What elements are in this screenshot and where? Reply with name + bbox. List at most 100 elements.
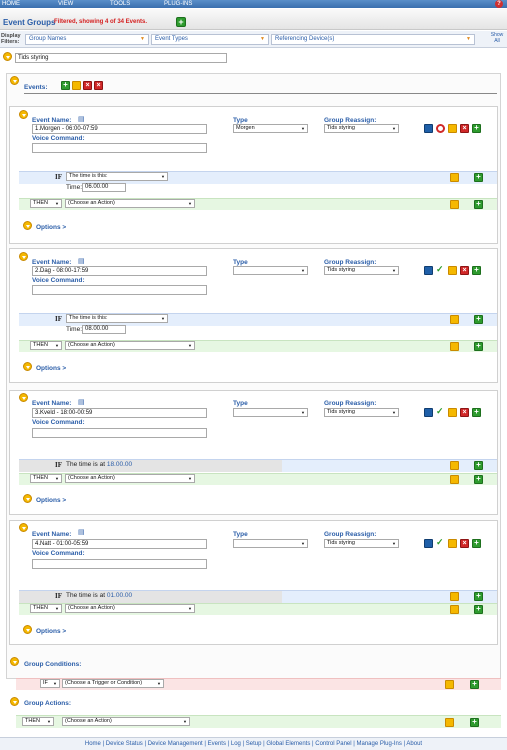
delete-events-icon[interactable]: × xyxy=(94,81,103,90)
time-input[interactable]: 08.00.00 xyxy=(82,325,126,334)
run-event-icon[interactable] xyxy=(424,266,433,275)
collapse-event-icon[interactable] xyxy=(19,252,28,261)
group-reassign-select[interactable]: Tids styring ▼ xyxy=(324,408,399,417)
delete-event-icon[interactable]: × xyxy=(460,539,469,548)
edit-icon[interactable]: ▤ xyxy=(78,528,85,536)
options-link[interactable]: Options > xyxy=(36,365,66,372)
menu-tools[interactable]: TOOLS xyxy=(110,0,130,8)
action-select[interactable]: (Choose an Action) ▼ xyxy=(65,341,195,350)
group-names-filter[interactable]: Group Names ▼ xyxy=(25,34,149,45)
trigger-select[interactable]: The time is this: ▼ xyxy=(66,314,168,323)
edit-icon[interactable]: ▤ xyxy=(78,257,85,265)
add-event-icon[interactable]: + xyxy=(61,81,70,90)
group-action-select[interactable]: (Choose an Action) ▼ xyxy=(62,717,190,726)
group-trigger-select[interactable]: (Choose a Trigger or Condition) ▼ xyxy=(62,679,164,688)
options-link[interactable]: Options > xyxy=(36,497,66,504)
run-event-icon[interactable] xyxy=(424,408,433,417)
collapse-condition-icon[interactable] xyxy=(450,315,459,324)
play-icon[interactable] xyxy=(445,718,454,727)
play-icon[interactable] xyxy=(445,680,454,689)
check-icon[interactable]: ✓ xyxy=(436,407,445,416)
menu-view[interactable]: VIEW xyxy=(58,0,73,8)
copy-event-icon[interactable]: + xyxy=(472,408,481,417)
collapse-condition-icon[interactable] xyxy=(450,461,459,470)
edit-icon[interactable]: ▤ xyxy=(78,398,85,406)
group-reassign-select[interactable]: Tids styring ▼ xyxy=(324,124,399,133)
play-icon[interactable] xyxy=(448,408,457,417)
then-select[interactable]: THEN ▼ xyxy=(30,341,62,350)
trigger-select[interactable]: The time is this: ▼ xyxy=(66,172,168,181)
time-input[interactable]: 06.00.00 xyxy=(82,183,126,192)
add-action-icon[interactable]: + xyxy=(470,718,479,727)
then-select[interactable]: THEN ▼ xyxy=(30,474,62,483)
event-name-input[interactable]: 1.Morgen - 06:00-07:59 xyxy=(32,124,207,134)
run-events-icon[interactable] xyxy=(72,81,81,90)
action-select[interactable]: (Choose an Action) ▼ xyxy=(65,604,195,613)
collapse-event-icon[interactable] xyxy=(19,523,28,532)
referencing-device-filter[interactable]: Referencing Device(s) ▼ xyxy=(271,34,475,45)
delete-event-icon[interactable]: × xyxy=(460,408,469,417)
type-select[interactable]: ▼ xyxy=(233,408,308,417)
add-action-icon[interactable]: + xyxy=(474,475,483,484)
collapse-action-icon[interactable] xyxy=(450,475,459,484)
collapse-action-icon[interactable] xyxy=(450,200,459,209)
type-select[interactable]: ▼ xyxy=(233,539,308,548)
event-types-filter[interactable]: Event Types ▼ xyxy=(151,34,269,45)
add-condition-icon[interactable]: + xyxy=(474,592,483,601)
expand-options-icon[interactable] xyxy=(23,625,32,634)
group-if-select[interactable]: IF ▼ xyxy=(40,679,60,688)
voice-command-input[interactable] xyxy=(32,428,207,438)
add-group-icon[interactable]: + xyxy=(176,17,186,27)
collapse-event-icon[interactable] xyxy=(19,393,28,402)
help-icon[interactable]: ? xyxy=(495,0,503,8)
collapse-condition-icon[interactable] xyxy=(450,173,459,182)
expand-options-icon[interactable] xyxy=(23,221,32,230)
menu-home[interactable]: HOME xyxy=(2,0,20,8)
delete-event-icon[interactable]: × xyxy=(460,266,469,275)
event-name-input[interactable]: 3.Kveld - 18:00-00:59 xyxy=(32,408,207,418)
add-action-icon[interactable]: + xyxy=(474,605,483,614)
collapse-action-icon[interactable] xyxy=(450,605,459,614)
show-all-link[interactable]: Show All xyxy=(490,32,504,44)
collapse-group-actions-icon[interactable] xyxy=(10,697,19,706)
collapse-group-conditions-icon[interactable] xyxy=(10,657,19,666)
collapse-action-icon[interactable] xyxy=(450,342,459,351)
expand-options-icon[interactable] xyxy=(23,362,32,371)
type-select[interactable]: Morgen ▼ xyxy=(233,124,308,133)
collapse-condition-icon[interactable] xyxy=(450,592,459,601)
add-action-icon[interactable]: + xyxy=(474,200,483,209)
add-condition-icon[interactable]: + xyxy=(474,173,483,182)
event-name-input[interactable]: 2.Dag - 08:00-17:59 xyxy=(32,266,207,276)
options-link[interactable]: Options > xyxy=(36,628,66,635)
group-name-input[interactable]: Tids styring xyxy=(15,53,227,63)
action-select[interactable]: (Choose an Action) ▼ xyxy=(65,199,195,208)
action-select[interactable]: (Choose an Action) ▼ xyxy=(65,474,195,483)
add-condition-icon[interactable]: + xyxy=(474,461,483,470)
add-condition-icon[interactable]: + xyxy=(474,315,483,324)
check-icon[interactable]: ✓ xyxy=(436,265,445,274)
copy-event-icon[interactable]: + xyxy=(472,266,481,275)
copy-event-icon[interactable]: + xyxy=(472,539,481,548)
edit-icon[interactable]: ▤ xyxy=(78,115,85,123)
check-icon[interactable]: ✓ xyxy=(436,538,445,547)
options-link[interactable]: Options > xyxy=(36,224,66,231)
add-condition-icon[interactable]: + xyxy=(470,680,479,689)
collapse-group-icon[interactable] xyxy=(3,52,12,61)
event-name-input[interactable]: 4.Natt - 01:00-05:59 xyxy=(32,539,207,549)
then-select[interactable]: THEN ▼ xyxy=(30,199,62,208)
delete-event-icon[interactable]: × xyxy=(460,124,469,133)
run-event-icon[interactable] xyxy=(424,124,433,133)
group-then-select[interactable]: THEN ▼ xyxy=(22,717,54,726)
group-reassign-select[interactable]: Tids styring ▼ xyxy=(324,266,399,275)
disable-events-icon[interactable]: × xyxy=(83,81,92,90)
play-icon[interactable] xyxy=(448,266,457,275)
then-select[interactable]: THEN ▼ xyxy=(30,604,62,613)
voice-command-input[interactable] xyxy=(32,143,207,153)
menu-plugins[interactable]: PLUG-INS xyxy=(164,0,192,8)
collapse-events-icon[interactable] xyxy=(10,76,19,85)
type-select[interactable]: ▼ xyxy=(233,266,308,275)
expand-options-icon[interactable] xyxy=(23,494,32,503)
group-reassign-select[interactable]: Tids styring ▼ xyxy=(324,539,399,548)
stop-icon[interactable] xyxy=(436,124,445,133)
copy-event-icon[interactable]: + xyxy=(472,124,481,133)
